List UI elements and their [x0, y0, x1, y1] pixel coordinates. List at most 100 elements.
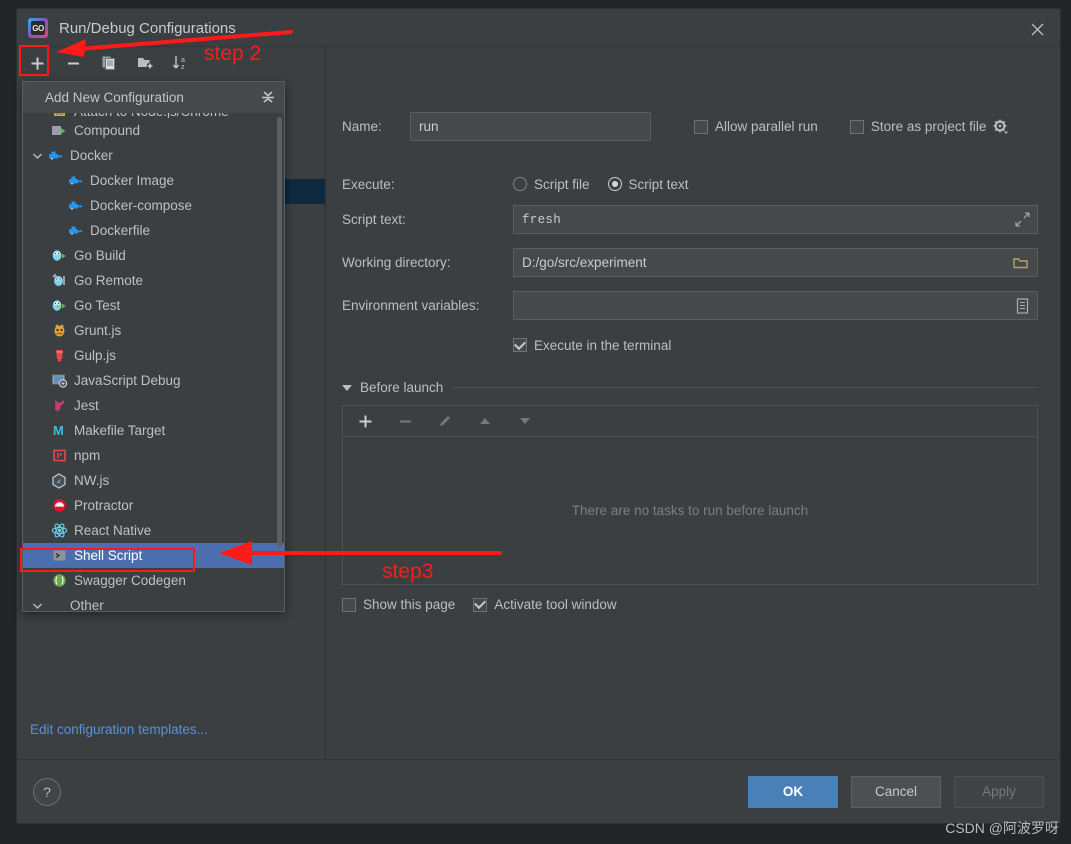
- list-item-label: Swagger Codegen: [74, 573, 186, 588]
- docker-icon: [45, 149, 65, 163]
- list-item[interactable]: Compound: [23, 118, 284, 143]
- svg-text:z: z: [181, 64, 185, 71]
- expand-icon[interactable]: [1015, 212, 1030, 227]
- gulp-icon: [49, 348, 69, 363]
- show-this-page-checkbox[interactable]: Show this page: [342, 597, 455, 612]
- ok-button[interactable]: OK: [748, 775, 838, 808]
- list-item-other[interactable]: Other: [23, 593, 284, 611]
- execute-in-terminal-box[interactable]: [513, 338, 527, 352]
- script-text-label: Script text:: [342, 212, 406, 227]
- goland-icon: GO: [27, 17, 49, 39]
- execute-label: Execute:: [342, 176, 395, 192]
- svg-text:a: a: [181, 57, 185, 64]
- name-input[interactable]: run: [410, 112, 651, 141]
- script-text-radio[interactable]: [607, 177, 622, 191]
- jest-icon: [49, 398, 69, 413]
- copy-configuration-button[interactable]: [97, 51, 121, 75]
- allow-parallel-run-checkbox[interactable]: Allow parallel run: [694, 119, 818, 134]
- configuration-settings-pane: Name: run Allow parallel run Store as pr…: [326, 47, 1060, 759]
- list-item[interactable]: Go Build: [23, 243, 284, 268]
- sort-configurations-button[interactable]: a z: [169, 51, 193, 75]
- script-file-label: Script file: [534, 176, 590, 192]
- list-item-label: Compound: [74, 123, 141, 138]
- configurations-tree-selected-row[interactable]: [279, 179, 325, 204]
- store-as-project-file-box[interactable]: [849, 119, 864, 134]
- list-item[interactable]: Docker Image: [23, 168, 284, 193]
- script-text-input[interactable]: fresh: [513, 205, 1038, 234]
- working-directory-value: D:/go/src/experiment: [522, 255, 647, 270]
- popup-items-list[interactable]: JS Attach to Node.js/Chrome Compound: [23, 113, 284, 611]
- script-text-radio-label: Script text: [628, 176, 689, 192]
- list-item[interactable]: Jest: [23, 393, 284, 418]
- docker-icon: [65, 174, 85, 188]
- environment-variables-input[interactable]: [513, 291, 1038, 320]
- name-row: Name: run Allow parallel run Store as pr…: [342, 112, 1038, 141]
- list-item[interactable]: Gulp.js: [23, 343, 284, 368]
- name-label: Name:: [342, 119, 382, 134]
- list-item[interactable]: Dockerfile: [23, 218, 284, 243]
- store-as-project-file-label: Store as project file: [870, 119, 987, 134]
- execute-option-script-text[interactable]: Script text: [607, 176, 689, 192]
- activate-tool-window-checkbox[interactable]: Activate tool window: [473, 597, 617, 612]
- list-item-label: Go Build: [74, 248, 126, 263]
- chevron-down-icon[interactable]: [29, 152, 45, 160]
- show-this-page-label: Show this page: [363, 597, 456, 612]
- triangle-down-icon[interactable]: [342, 384, 352, 391]
- move-up-button: [473, 409, 497, 433]
- list-item[interactable]: Go Test: [23, 293, 284, 318]
- dialog-titlebar: GO Run/Debug Configurations: [17, 9, 1060, 47]
- list-edit-icon[interactable]: [1016, 298, 1029, 314]
- save-configuration-button[interactable]: [133, 51, 157, 75]
- list-item[interactable]: Grunt.js: [23, 318, 284, 343]
- list-item[interactable]: Docker-compose: [23, 193, 284, 218]
- before-launch-box: There are no tasks to run before launch: [342, 405, 1038, 585]
- go-build-icon: [49, 248, 69, 263]
- popup-scrollbar[interactable]: [277, 117, 282, 547]
- script-file-radio[interactable]: [513, 177, 527, 191]
- protractor-icon: [49, 498, 69, 513]
- list-item-label: Go Test: [74, 298, 121, 313]
- folder-icon[interactable]: [1013, 256, 1029, 270]
- before-launch-options: Show this page Activate tool window: [342, 597, 1038, 612]
- list-item-label: Jest: [74, 398, 99, 413]
- before-launch-toolbar: [343, 406, 1037, 437]
- store-as-project-file-checkbox[interactable]: Store as project file: [849, 119, 1009, 134]
- collapse-all-icon[interactable]: [260, 89, 276, 105]
- execute-in-terminal-checkbox[interactable]: Execute in the terminal: [342, 334, 1038, 356]
- working-directory-row: Working directory: D:/go/src/experiment: [342, 248, 1038, 277]
- list-item[interactable]: Docker: [23, 143, 284, 168]
- activate-tool-window-label: Activate tool window: [494, 597, 617, 612]
- react-native-icon: [49, 523, 69, 538]
- add-new-configuration-popup[interactable]: Add New Configuration JS: [22, 81, 285, 612]
- list-item[interactable]: JavaScript Debug: [23, 368, 284, 393]
- list-item[interactable]: npm: [23, 443, 284, 468]
- show-this-page-box[interactable]: [342, 597, 356, 612]
- close-icon[interactable]: [1024, 18, 1050, 40]
- list-item[interactable]: Protractor: [23, 493, 284, 518]
- list-item-label: React Native: [74, 523, 152, 538]
- environment-variables-row: Environment variables:: [342, 291, 1038, 320]
- list-item[interactable]: M Makefile Target: [23, 418, 284, 443]
- apply-button: Apply: [954, 775, 1044, 808]
- list-item-label: JavaScript Debug: [74, 373, 181, 388]
- remove-configuration-button[interactable]: [61, 51, 85, 75]
- makefile-icon: M: [49, 423, 69, 438]
- help-icon[interactable]: ?: [33, 777, 61, 806]
- screenshot-root: GO Run/Debug Configurations a z Edit con…: [0, 0, 1071, 844]
- list-item[interactable]: Go Remote: [23, 268, 284, 293]
- before-launch-header[interactable]: Before launch: [342, 380, 1038, 395]
- chevron-down-icon[interactable]: [29, 602, 45, 610]
- working-directory-input[interactable]: D:/go/src/experiment: [513, 248, 1038, 277]
- list-item-label: npm: [74, 448, 101, 463]
- list-item[interactable]: NW.js: [23, 468, 284, 493]
- edit-configuration-templates-link[interactable]: Edit configuration templates...: [30, 722, 208, 737]
- allow-parallel-run-box[interactable]: [694, 119, 708, 134]
- gear-icon[interactable]: [993, 119, 1009, 134]
- cancel-button[interactable]: Cancel: [851, 775, 941, 808]
- add-task-button[interactable]: [353, 409, 377, 433]
- activate-tool-window-box[interactable]: [473, 597, 488, 612]
- dialog-buttons: OK Cancel Apply: [748, 775, 1044, 808]
- grunt-icon: [49, 323, 69, 338]
- execute-option-script-file[interactable]: Script file: [513, 177, 590, 192]
- list-item[interactable]: React Native: [23, 518, 284, 543]
